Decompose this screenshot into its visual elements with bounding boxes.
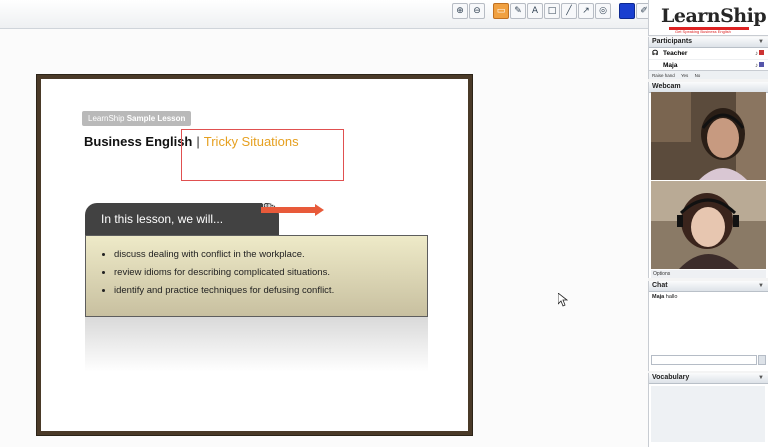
webcam-panel: Webcam Options: [648, 82, 768, 278]
brand-logo-panel: LearnShip Get Speaking Business English: [648, 0, 768, 36]
chat-text: hallo: [665, 294, 678, 300]
webcam-title: Webcam: [652, 83, 681, 90]
arrow-icon[interactable]: ↗: [578, 3, 594, 19]
headset-icon: ☊: [652, 50, 659, 57]
zoom-in-icon[interactable]: ⊕: [452, 3, 468, 19]
participants-title: Participants: [652, 38, 693, 45]
sample-lesson-tag: LearnShip Sample Lesson: [82, 111, 192, 126]
list-item: review idioms for describing complicated…: [114, 264, 427, 282]
learnship-logo: LearnShip: [661, 5, 767, 27]
annotation-rectangle[interactable]: [181, 129, 344, 181]
list-item: identify and practice techniques for def…: [114, 282, 427, 300]
participant-name: Teacher: [663, 50, 688, 57]
chat-header[interactable]: Chat ▼: [649, 281, 768, 292]
lesson-box-heading: In this lesson, we will...: [85, 203, 279, 235]
list-item: discuss dealing with conflict in the wor…: [114, 246, 427, 264]
box-reflection: [85, 317, 428, 372]
sample-tag-label: Sample Lesson: [126, 114, 186, 123]
line-icon[interactable]: ╱: [561, 3, 577, 19]
lesson-objectives-box: discuss dealing with conflict in the wor…: [85, 235, 428, 317]
webcam-video: [651, 181, 766, 269]
highlighter-icon[interactable]: ▭: [493, 3, 509, 19]
whiteboard-stage[interactable]: LearnShip Sample Lesson Business English…: [0, 29, 648, 447]
status-indicator: [759, 62, 764, 67]
slide: LearnShip Sample Lesson Business English…: [45, 83, 464, 427]
chat-input[interactable]: [651, 355, 757, 365]
chat-send-button[interactable]: [758, 355, 766, 365]
chat-author: Maja: [652, 294, 665, 300]
text-tool-icon[interactable]: A: [527, 3, 543, 19]
collapse-icon[interactable]: ▼: [758, 281, 764, 291]
stamp-icon[interactable]: ◎: [595, 3, 611, 19]
zoom-out-icon[interactable]: ⊖: [469, 3, 485, 19]
microphone-icon: ♪: [755, 51, 758, 57]
raise-hand-button[interactable]: Raise hand: [652, 73, 675, 78]
objectives-list: discuss dealing with conflict in the wor…: [86, 236, 427, 300]
annotation-toolbar: ⊕ ⊖ ▭ ✎ A □ ╱ ↗ ◎ ✐: [0, 0, 652, 29]
annotation-author-label: Teacher: [262, 203, 281, 209]
teacher-annotation-arrow[interactable]: Teacher: [261, 203, 324, 216]
sample-tag-prefix: LearnShip: [88, 114, 125, 123]
logo-tagline: Get Speaking Business English: [675, 29, 731, 34]
webcam-video: [651, 92, 766, 180]
vocabulary-panel: Vocabulary ▼: [648, 373, 768, 447]
teacher-webcam-feed: [651, 92, 766, 180]
pen-icon[interactable]: ✎: [510, 3, 526, 19]
collapse-icon[interactable]: ▼: [758, 37, 764, 47]
participant-row[interactable]: ☊ Teacher ♪: [649, 48, 768, 60]
collapse-icon[interactable]: ▼: [758, 373, 764, 383]
participant-actions: Raise hand Yes No: [649, 70, 768, 79]
chat-panel: Chat ▼ Maja hallo: [648, 281, 768, 371]
participants-panel: Participants ▼ ☊ Teacher ♪ Maja ♪ Raise h…: [648, 37, 768, 79]
yes-button[interactable]: Yes: [681, 73, 688, 78]
rectangle-icon[interactable]: □: [544, 3, 560, 19]
chat-title: Chat: [652, 282, 668, 289]
color-picker-icon[interactable]: [619, 3, 635, 19]
vocabulary-list[interactable]: [651, 386, 765, 442]
webcam-options-button[interactable]: Options: [651, 270, 766, 278]
vocabulary-header[interactable]: Vocabulary ▼: [649, 373, 768, 384]
vocabulary-title: Vocabulary: [652, 374, 690, 381]
lesson-title-main: Business English: [84, 134, 193, 149]
slide-frame: LearnShip Sample Lesson Business English…: [37, 75, 472, 435]
student-webcam-feed: [651, 181, 766, 269]
participants-header[interactable]: Participants ▼: [649, 37, 768, 48]
no-button[interactable]: No: [695, 73, 701, 78]
mouse-cursor-icon: [558, 293, 568, 307]
chat-message: Maja hallo: [649, 292, 768, 302]
tool-group: ⊕ ⊖ ▭ ✎ A □ ╱ ↗ ◎ ✐: [452, 3, 652, 19]
status-indicator: [759, 50, 764, 55]
